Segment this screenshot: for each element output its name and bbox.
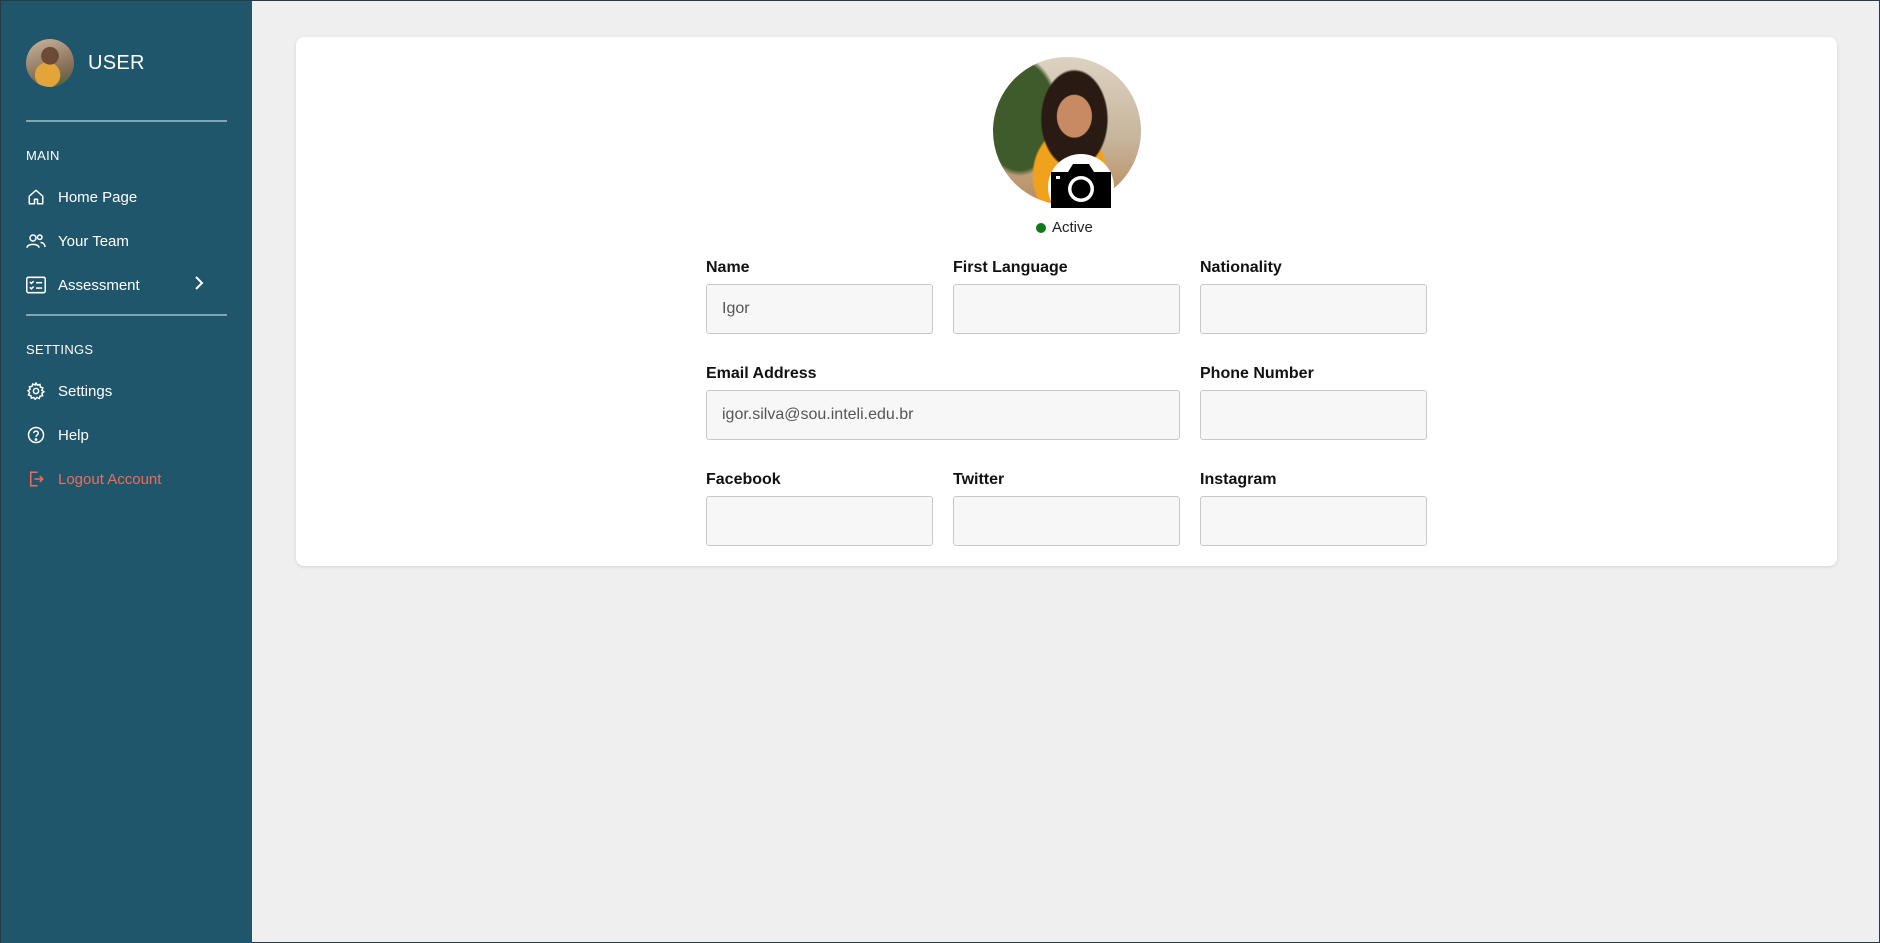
name-label: Name [706,259,750,276]
nationality-field[interactable] [1200,284,1427,334]
sidebar-item-your-team[interactable]: Your Team [26,229,216,253]
camera-icon [1048,160,1114,215]
first-language-field[interactable] [953,284,1180,334]
section-label-settings: SETTINGS [26,342,94,357]
status-dot [1036,222,1046,233]
email-label: Email Address [706,365,817,382]
sidebar-item-assessment[interactable]: Assessment [26,273,216,297]
checklist-icon [26,275,46,295]
sidebar-divider [26,120,227,122]
twitter-label: Twitter [953,471,1005,488]
facebook-field[interactable] [706,496,933,546]
twitter-field[interactable] [953,496,1180,546]
phone-label: Phone Number [1200,365,1314,382]
sidebar-item-label: Logout Account [58,470,162,488]
nationality-label: Nationality [1200,259,1282,276]
home-icon [26,187,46,207]
user-name: USER [88,51,145,74]
sidebar-item-label: Settings [58,382,113,400]
chevron-right-icon[interactable] [194,275,204,291]
sidebar: USER MAIN Home Page Your Team Assessment… [1,1,252,943]
change-photo-button[interactable] [1048,154,1114,220]
status-text: Active [1052,219,1093,236]
instagram-field[interactable] [1200,496,1427,546]
sidebar-item-label: Help [58,426,89,444]
sidebar-item-label: Assessment [58,276,140,294]
sidebar-item-label: Your Team [58,232,129,250]
section-label-main: MAIN [26,148,60,163]
facebook-label: Facebook [706,471,781,488]
sidebar-item-logout[interactable]: Logout Account [26,467,216,491]
sidebar-item-settings[interactable]: Settings [26,379,216,403]
sidebar-item-label: Home Page [58,188,138,206]
name-field[interactable] [706,284,933,334]
user-profile[interactable]: USER [26,39,145,87]
instagram-label: Instagram [1200,471,1277,488]
profile-card: Active Name First Language Nationality E… [296,37,1837,566]
avatar[interactable] [26,39,74,87]
phone-field[interactable] [1200,390,1427,440]
logout-icon [26,469,46,489]
first-language-label: First Language [953,259,1068,276]
question-icon [26,425,46,445]
status-badge: Active [1036,219,1093,236]
sidebar-item-help[interactable]: Help [26,423,216,447]
email-field[interactable] [706,390,1180,440]
users-icon [26,231,46,251]
sidebar-divider [26,314,227,316]
sidebar-item-home[interactable]: Home Page [26,185,216,209]
gear-icon [26,381,46,401]
